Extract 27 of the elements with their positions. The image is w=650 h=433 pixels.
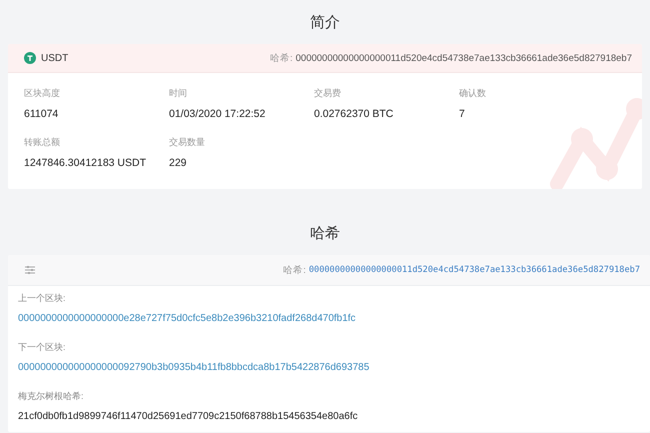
stat-label: 交易费 [314, 87, 342, 100]
stat-value: 1247846.30412183 USDT [24, 157, 148, 169]
hash-label: 哈希: [283, 264, 306, 276]
block-hash-link[interactable]: 000000000000000000092790b3b0935b4b11fb8bbcdca8b17b5422876d693785 [18, 362, 640, 373]
section-title: 哈希 [310, 224, 340, 242]
stat-label: 区块高度 [24, 87, 61, 100]
stat-label: 确认数 [459, 87, 487, 100]
stat-label: 时间 [169, 87, 188, 100]
block-hash-link[interactable]: 0000000000000000000e28e727f75d0cfc5e8b2e396b3210fadf268d470fb1fc [18, 313, 640, 324]
field-label: 梅克尔树根哈希: [18, 390, 85, 403]
stat-value: 611074 [24, 108, 60, 120]
stat-value: 229 [169, 157, 188, 169]
field-label: 下一个区块: [18, 341, 67, 354]
field-value: 21cf0db0fb1d9899746f11470d25691ed7709c2150f68788b15456354e80a6fc [18, 411, 359, 422]
stat-value: 7 [459, 108, 466, 120]
hash-label: 哈希: [270, 52, 293, 64]
filter-icon[interactable] [24, 264, 36, 276]
stat-value: 0.02762370 BTC [314, 108, 394, 120]
stat-label: 交易数量 [169, 136, 206, 149]
stat-label: 转账总额 [24, 136, 61, 149]
tether-icon [24, 52, 36, 64]
hash-value: 00000000000000000011d520e4cd54738e7ae133cb36661ade36e5d827918eb7 [296, 52, 632, 64]
field-label: 上一个区块: [18, 292, 67, 305]
hash-value: 00000000000000000011d520e4cd54738e7ae133cb36661ade36e5d827918eb7 [308, 265, 640, 275]
coin-name: USDT [41, 52, 68, 64]
section-title: 简介 [310, 12, 340, 32]
stat-value: 01/03/2020 17:22:52 [169, 108, 266, 120]
